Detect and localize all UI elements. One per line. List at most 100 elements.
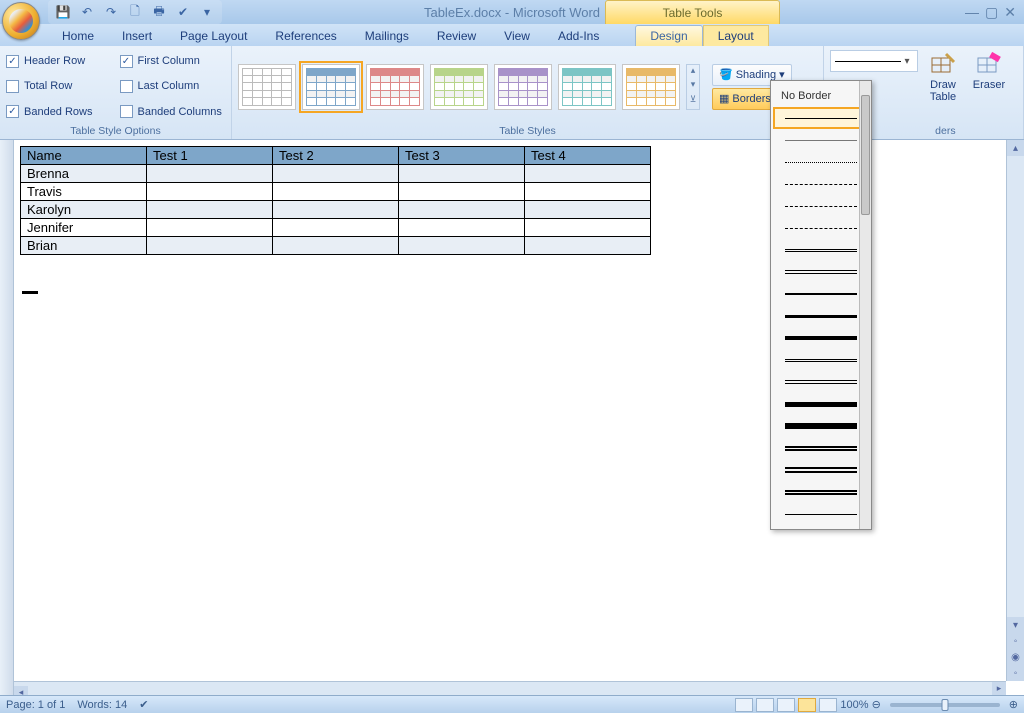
table-header[interactable]: Test 1 bbox=[147, 147, 273, 165]
pen-style-thin-thick-1[interactable] bbox=[773, 349, 869, 371]
option-total-row[interactable]: Total Row bbox=[6, 75, 112, 97]
table-style-thumb[interactable] bbox=[238, 64, 296, 110]
table-cell[interactable] bbox=[147, 201, 273, 219]
tab-references[interactable]: References bbox=[261, 26, 350, 46]
scroll-left-icon[interactable]: ◂ bbox=[14, 686, 28, 695]
table-header[interactable]: Test 2 bbox=[273, 147, 399, 165]
office-button[interactable] bbox=[2, 2, 40, 40]
tab-insert[interactable]: Insert bbox=[108, 26, 166, 46]
table-style-thumb[interactable] bbox=[366, 64, 424, 110]
table-row[interactable]: Karolyn bbox=[21, 201, 651, 219]
option-first-column[interactable]: ✓First Column bbox=[120, 50, 226, 72]
eraser-button[interactable]: Eraser bbox=[968, 50, 1010, 123]
table-style-thumb[interactable] bbox=[558, 64, 616, 110]
table-style-thumb[interactable] bbox=[622, 64, 680, 110]
view-outline[interactable] bbox=[798, 698, 816, 712]
tab-addins[interactable]: Add-Ins bbox=[544, 26, 613, 46]
table-cell[interactable] bbox=[399, 201, 525, 219]
table-cell[interactable] bbox=[399, 183, 525, 201]
scrollbar-thumb[interactable] bbox=[861, 95, 870, 215]
table-cell[interactable] bbox=[525, 201, 651, 219]
table-cell[interactable] bbox=[399, 165, 525, 183]
tab-review[interactable]: Review bbox=[423, 26, 490, 46]
table-row[interactable]: Jennifer bbox=[21, 219, 651, 237]
pen-style-thick-4[interactable] bbox=[773, 393, 869, 415]
pen-style-thin-thick-2[interactable] bbox=[773, 371, 869, 393]
tab-view[interactable]: View bbox=[490, 26, 544, 46]
qat-more-icon[interactable]: ▾ bbox=[198, 3, 216, 21]
undo-icon[interactable]: ↶ bbox=[78, 3, 96, 21]
table-row[interactable]: Brian bbox=[21, 237, 651, 255]
zoom-out-icon[interactable]: ⊖ bbox=[872, 698, 881, 711]
pen-style-thick-5[interactable] bbox=[773, 415, 869, 437]
pen-style-triple[interactable] bbox=[773, 261, 869, 283]
view-web-layout[interactable] bbox=[777, 698, 795, 712]
table-cell[interactable]: Brian bbox=[21, 237, 147, 255]
pen-style-no-border[interactable]: No Border bbox=[773, 85, 869, 107]
pen-style-dash-dot[interactable] bbox=[773, 195, 869, 217]
table-header[interactable]: Test 3 bbox=[399, 147, 525, 165]
table-style-thumb[interactable] bbox=[494, 64, 552, 110]
status-page[interactable]: Page: 1 of 1 bbox=[6, 699, 65, 711]
pen-style-selector[interactable]: ▾ bbox=[830, 50, 918, 72]
table-cell[interactable] bbox=[273, 165, 399, 183]
save-icon[interactable]: 💾 bbox=[54, 3, 72, 21]
gallery-up-icon[interactable]: ▴ bbox=[687, 65, 699, 80]
table-cell[interactable] bbox=[525, 183, 651, 201]
table-cell[interactable] bbox=[273, 183, 399, 201]
vertical-scrollbar[interactable]: ▴ ▾ ◦ ◉ ◦ bbox=[1006, 140, 1024, 681]
pen-style-thin-thick-thin[interactable] bbox=[773, 481, 869, 503]
table-cell[interactable]: Karolyn bbox=[21, 201, 147, 219]
gallery-down-icon[interactable]: ▾ bbox=[687, 79, 699, 94]
zoom-slider[interactable] bbox=[890, 703, 1000, 707]
scroll-up-icon[interactable]: ▴ bbox=[1007, 140, 1024, 156]
table-style-thumb[interactable] bbox=[302, 64, 360, 110]
scroll-down-icon[interactable]: ▾ bbox=[1007, 617, 1024, 633]
table-cell[interactable] bbox=[147, 237, 273, 255]
table-cell[interactable]: Travis bbox=[21, 183, 147, 201]
horizontal-scrollbar[interactable]: ◂ ▸ bbox=[14, 681, 1006, 695]
table-cell[interactable] bbox=[525, 165, 651, 183]
pen-style-thick-2[interactable] bbox=[773, 305, 869, 327]
table-cell[interactable] bbox=[147, 219, 273, 237]
document-table[interactable]: NameTest 1Test 2Test 3Test 4 BrennaTravi… bbox=[20, 146, 651, 255]
pen-style-double[interactable] bbox=[773, 239, 869, 261]
pen-style-double-thick-2[interactable] bbox=[773, 459, 869, 481]
view-print-layout[interactable] bbox=[735, 698, 753, 712]
table-row[interactable]: Brenna bbox=[21, 165, 651, 183]
table-header[interactable]: Test 4 bbox=[525, 147, 651, 165]
pen-style-solid-hair[interactable] bbox=[773, 129, 869, 151]
table-cell[interactable] bbox=[147, 183, 273, 201]
table-cell[interactable] bbox=[147, 165, 273, 183]
minimize-icon[interactable]: — bbox=[965, 4, 979, 21]
print-icon[interactable]: 🖶 bbox=[150, 3, 168, 21]
pen-style-dash[interactable] bbox=[773, 173, 869, 195]
tab-design[interactable]: Design bbox=[635, 25, 702, 46]
table-cell[interactable] bbox=[273, 219, 399, 237]
tab-page-layout[interactable]: Page Layout bbox=[166, 26, 261, 46]
table-cell[interactable] bbox=[273, 201, 399, 219]
pen-style-thick-1[interactable] bbox=[773, 283, 869, 305]
option-header-row[interactable]: ✓Header Row bbox=[6, 50, 112, 72]
close-icon[interactable]: ✕ bbox=[1004, 4, 1016, 21]
option-banded-columns[interactable]: Banded Columns bbox=[120, 101, 226, 123]
table-cell[interactable] bbox=[399, 237, 525, 255]
zoom-in-icon[interactable]: ⊕ bbox=[1009, 698, 1018, 711]
scroll-right-icon[interactable]: ▸ bbox=[992, 682, 1006, 695]
pen-style-dot[interactable] bbox=[773, 151, 869, 173]
tab-layout[interactable]: Layout bbox=[703, 25, 769, 46]
proofing-icon[interactable]: ✔ bbox=[139, 698, 148, 711]
redo-icon[interactable]: ↷ bbox=[102, 3, 120, 21]
option-last-column[interactable]: Last Column bbox=[120, 75, 226, 97]
pen-style-double-thick-1[interactable] bbox=[773, 437, 869, 459]
draw-table-button[interactable]: Draw Table bbox=[922, 50, 964, 123]
table-cell[interactable] bbox=[273, 237, 399, 255]
spell-icon[interactable]: ✔ bbox=[174, 3, 192, 21]
view-full-screen[interactable] bbox=[756, 698, 774, 712]
view-draft[interactable] bbox=[819, 698, 837, 712]
table-header[interactable]: Name bbox=[21, 147, 147, 165]
table-cell[interactable] bbox=[525, 237, 651, 255]
restore-icon[interactable]: ▢ bbox=[985, 4, 998, 21]
gallery-more-icon[interactable]: ⊻ bbox=[687, 94, 699, 109]
new-doc-icon[interactable]: 🗋 bbox=[126, 3, 144, 21]
